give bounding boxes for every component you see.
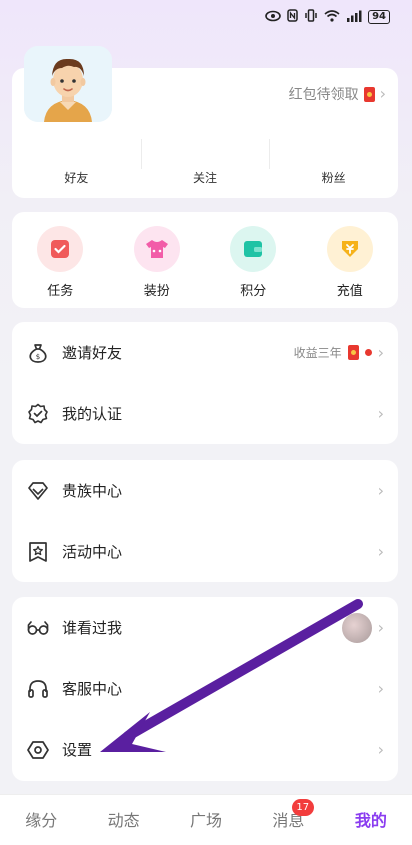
red-packet-label: 红包待领取 (288, 87, 359, 103)
tab-label: 我的 (354, 811, 387, 830)
money-bag-icon: $ (26, 341, 50, 365)
menu-item-right: › (377, 678, 384, 698)
menu-item-label: 客服中心 (62, 680, 123, 698)
tab-label: 动态 (107, 811, 140, 830)
stat-label: 关注 (193, 171, 218, 185)
menu-item-right: › (377, 480, 384, 500)
menu-item-settings[interactable]: 设置 › (12, 719, 398, 780)
menu-item-label: 邀请好友 (62, 344, 123, 362)
menu-item-label: 贵族中心 (62, 482, 123, 500)
menu-item-label: 我的认证 (62, 405, 123, 423)
headset-icon (26, 677, 50, 701)
wifi-icon (324, 9, 340, 25)
menu-item-right: › (377, 541, 384, 561)
stat-following[interactable]: 关注 (140, 139, 270, 186)
divider (269, 139, 271, 169)
quick-action-label: 积分 (240, 284, 267, 299)
profile-card: 红包待领取 › 好友 关注 粉丝 (12, 46, 398, 198)
star-flag-icon (26, 540, 50, 564)
chevron-right-icon: › (377, 480, 384, 500)
unread-badge: 17 (291, 799, 314, 816)
profile-stats: 好友 关注 粉丝 (12, 139, 398, 186)
stat-friends[interactable]: 好友 (12, 169, 141, 186)
dress-up-icon (133, 226, 180, 272)
menu-item-label: 活动中心 (62, 543, 123, 561)
points-wallet-icon (230, 226, 277, 272)
divider (140, 139, 142, 169)
quick-action-task[interactable]: 任务 (12, 212, 109, 308)
quick-action-label: 充值 (336, 284, 363, 299)
notification-dot (364, 349, 372, 356)
eye-icon (265, 10, 281, 25)
vibrate-icon (304, 9, 318, 25)
task-icon (37, 226, 84, 272)
recharge-coin-icon (326, 226, 373, 272)
stat-fans[interactable]: 粉丝 (269, 139, 398, 186)
glasses-icon (26, 616, 50, 640)
quick-actions-card: 任务 装扮 积分 充值 (12, 212, 398, 308)
verified-badge-icon (26, 402, 50, 426)
menu-item-who-viewed-me[interactable]: 谁看过我 › (12, 597, 398, 658)
visitor-avatar (341, 612, 372, 643)
menu-group-centers: 贵族中心 › 活动中心 › (12, 460, 398, 582)
svg-text:$: $ (36, 353, 40, 361)
menu-item-right: 收益三年 › (294, 344, 384, 361)
battery-indicator: 94 (368, 10, 390, 24)
menu-item-right: › (377, 739, 384, 759)
red-packet-icon (347, 345, 359, 360)
signal-icon (346, 10, 362, 25)
quick-action-dress-up[interactable]: 装扮 (109, 212, 206, 308)
nfc-icon (287, 9, 298, 25)
chevron-right-icon: › (377, 403, 384, 423)
menu-item-customer-service[interactable]: 客服中心 › (12, 658, 398, 719)
stat-label: 粉丝 (321, 171, 346, 185)
chevron-right-icon: › (379, 84, 386, 103)
tab-me[interactable]: 我的 (330, 795, 412, 845)
chevron-right-icon: › (377, 739, 384, 759)
menu-item-noble-center[interactable]: 贵族中心 › (12, 460, 398, 521)
red-packet-entry[interactable]: 红包待领取 › (289, 84, 386, 104)
bottom-tab-bar: 缘分 动态 广场 消息 17 我的 (0, 794, 412, 845)
red-packet-icon (363, 86, 375, 102)
tab-messages[interactable]: 消息 17 (247, 795, 329, 845)
settings-hexagon-icon (26, 738, 50, 762)
menu-item-right: › (377, 403, 384, 423)
tab-label: 缘分 (25, 811, 58, 830)
menu-item-label: 设置 (62, 741, 93, 759)
menu-item-label: 谁看过我 (62, 619, 123, 637)
avatar[interactable] (24, 46, 112, 122)
quick-action-label: 任务 (47, 284, 74, 299)
quick-action-label: 装扮 (143, 284, 170, 299)
diamond-icon (26, 479, 50, 503)
stat-label: 好友 (64, 171, 89, 185)
status-bar: 94 (0, 0, 412, 34)
tab-fate[interactable]: 缘分 (0, 795, 82, 845)
tab-square[interactable]: 广场 (165, 795, 247, 845)
menu-item-activity-center[interactable]: 活动中心 › (12, 521, 398, 582)
tab-moments[interactable]: 动态 (82, 795, 164, 845)
menu-item-invite-friends[interactable]: $ 邀请好友 收益三年 › (12, 322, 398, 383)
chevron-right-icon: › (377, 541, 384, 561)
tab-label: 广场 (190, 811, 223, 830)
chevron-right-icon: › (377, 342, 384, 362)
chevron-right-icon: › (377, 617, 384, 637)
menu-group-settings: 谁看过我 › 客服中心 › 设置 › (12, 597, 398, 781)
invite-reward-text: 收益三年 (293, 346, 342, 360)
menu-group-invite: $ 邀请好友 收益三年 › 我的认证 › (12, 322, 398, 444)
menu-item-right: › (341, 612, 384, 643)
quick-action-points[interactable]: 积分 (205, 212, 302, 308)
quick-action-recharge[interactable]: 充值 (302, 212, 399, 308)
chevron-right-icon: › (377, 678, 384, 698)
menu-item-my-verification[interactable]: 我的认证 › (12, 383, 398, 444)
